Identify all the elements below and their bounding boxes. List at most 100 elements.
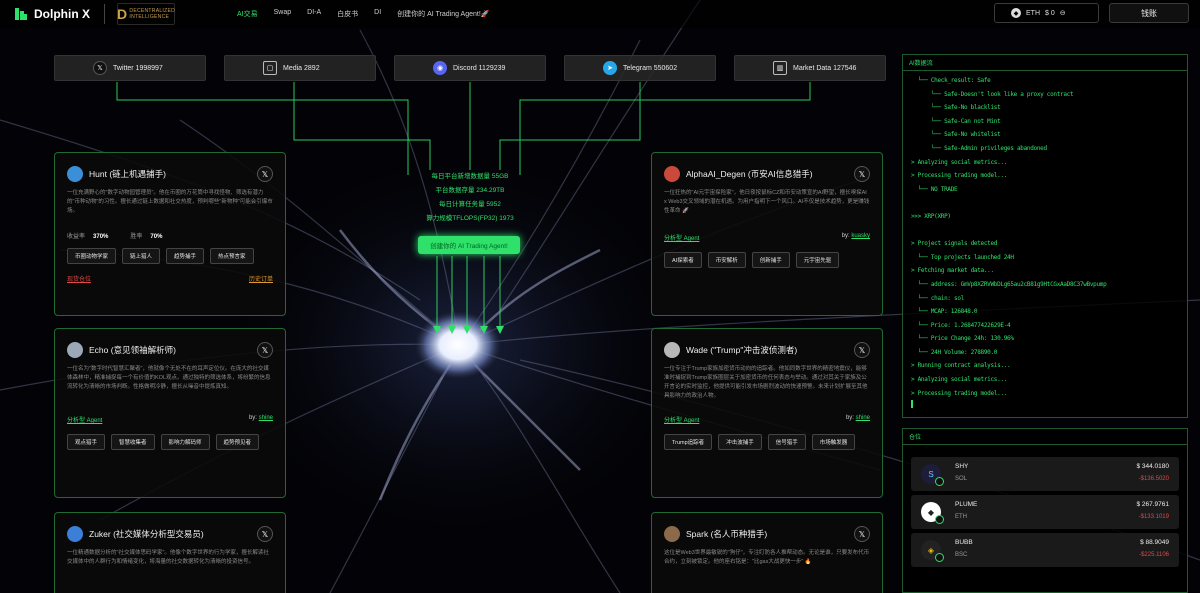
wallet-button[interactable]: 钱账 [1109,3,1189,23]
agent-name: Wade ("Trump"冲击波侦测者) [686,345,798,355]
chain-badge-icon [935,477,944,486]
x-link-icon[interactable]: 𝕏 [854,166,870,182]
agent-tags: Trump追踪者 冲击波捕手 信号猎手 市场触发器 [664,434,870,450]
agent-type-link[interactable]: 分析型 Agent [67,415,102,424]
stat-label: Twitter 1998997 [113,64,163,72]
log-line: > Processing trading model... [911,389,1008,397]
agent-card-hunt[interactable]: Hunt (链上机遇捕手) 𝕏 一位充满野心的"数字动物园管理员"。他在币圈的万… [54,152,286,316]
create-agent-button[interactable]: 创建你的 AI Trading Agent! [418,236,520,254]
log-line: └── Safe-No whitelist [911,131,1001,139]
nav-whitepaper[interactable]: 白皮书 [337,9,358,19]
x-link-icon[interactable]: 𝕏 [257,166,273,182]
coin-symbol: SHY [955,463,969,470]
author-link[interactable]: shine [856,415,870,421]
author-link[interactable]: shine [259,415,273,421]
agent-tag: 元宇宙先驱 [795,252,840,268]
coin-symbol: PLUME [955,501,978,508]
metric-winrate: 胜率 70% [130,234,163,240]
stat-discord[interactable]: ◉ Discord 1129239 [394,55,546,81]
partner-logo-text: DECENTRALIZED INTELLIGENCE [129,8,175,20]
log-line: └── Top projects launched 24H [911,253,1014,261]
log-line: > Analyzing social metrics... [911,158,1008,166]
agent-card-zuker[interactable]: Zuker (社交媒体分析型交易员) 𝕏 一位精通数据分析的"社交媒体思码学家"… [54,512,286,593]
author-link[interactable]: kuasky [851,233,870,239]
agent-tags: 币圈动物学家 链上猎人 趋势捕手 热点预言家 [67,248,273,264]
coin-pnl: -$136.5020 [1138,476,1169,482]
brand-logo[interactable]: Dolphin X [14,7,90,21]
coin-value: $ 88.9049 [1140,539,1169,546]
agent-tag: AI探索者 [664,252,702,268]
stat-label: Discord 1129239 [453,64,506,72]
stat-label: Media 2892 [283,64,320,72]
metric-compute-scale: 算力规模TFLOPS(FP32) 1973 [426,215,514,222]
coin-value: $ 267.9761 [1136,501,1169,508]
agent-tag: 信号猎手 [767,434,806,450]
agent-avatar [67,526,83,542]
nav-create-agent[interactable]: 创建你的 AI Trading Agent!🚀 [397,9,489,19]
metric-data-storage: 平台数据存量 234.29TB [435,187,505,194]
spot-position-link[interactable]: 现货仓位 [67,274,91,283]
log-line: └── Safe-Admin privileges abandoned [911,144,1047,152]
log-line: └── Price Change 24h: 130.96% [911,335,1014,343]
agent-tag: 观点猎手 [67,434,106,450]
log-line: └── chain: sol [911,294,965,302]
stat-telegram[interactable]: ➤ Telegram 550602 [564,55,716,81]
agent-card-alphaai-degen[interactable]: AlphaAI_Degen (币安AI信息猎手) 𝕏 一位狂热的"AI元宇宙探险… [651,152,883,316]
x-link-icon[interactable]: 𝕏 [257,342,273,358]
stat-media[interactable]: ▢ Media 2892 [224,55,376,81]
position-row[interactable]: ◈ BUBB BSC $ 88.9049 -$225.1106 [911,533,1179,567]
agent-card-wade[interactable]: Wade ("Trump"冲击波侦测者) 𝕏 一位专注于Trump家族加密货币动… [651,328,883,498]
stat-twitter[interactable]: 𝕏 Twitter 1998997 [54,55,206,81]
wallet-balance[interactable]: ◆ ETH $ 0 ⊖ [994,3,1099,23]
cursor-caret [911,400,913,409]
agent-tags: 观点猎手 智慧收集者 影响力解码师 趋势预见者 [67,434,273,450]
wallet-settings-icon[interactable]: ⊖ [1060,9,1066,17]
agent-tag: 热点预言家 [210,248,254,264]
order-history-link[interactable]: 历史订单 [249,274,273,283]
coin-chain: BSC [955,552,968,558]
x-link-icon[interactable]: 𝕏 [854,526,870,542]
chart-icon: ▥ [773,61,787,75]
agent-description: 一位名为"数字时代智慧汇聚者"，他就像个无处不在的耳声定位仪。在庞大的社交媒体森… [67,366,271,390]
positions-panel: 仓位 S SHY SOL $ 344.0180 -$136.5020 ◆ PLU… [902,428,1188,593]
log-line: > Project signals detected [911,240,998,248]
nav-ai-trade[interactable]: AI交易 [237,9,258,19]
nav-swap[interactable]: Swap [274,9,292,19]
agent-name: Echo (意见领袖解析师) [89,345,176,355]
agent-card-echo[interactable]: Echo (意见领袖解析师) 𝕏 一位名为"数字时代智慧汇聚者"，他就像个无处不… [54,328,286,498]
ai-data-stream-panel[interactable]: AI数据流 └── Check_result: Safe └── Safe-Do… [902,54,1188,418]
log-line: > Running contract analysis... [911,362,1011,370]
agent-avatar [664,342,680,358]
stat-market-data[interactable]: ▥ Market Data 127546 [734,55,886,81]
coin-chain: SOL [955,476,968,482]
agent-name: AlphaAI_Degen (币安AI信息猎手) [686,169,813,179]
log-line: >>> XRP(XRP) [911,212,951,220]
agent-card-spark[interactable]: Spark (名人币种猎手) 𝕏 这位是Web3世界最敏锐的"狗仔"，专注盯防各… [651,512,883,593]
coin-pnl: -$225.1106 [1139,552,1169,558]
agent-type-link[interactable]: 分析型 Agent [664,415,699,424]
log-line: └── Safe-No blacklist [911,104,1001,112]
nav-di[interactable]: DI [374,9,381,19]
log-lines: └── Check_result: Safe └── Safe-Doesn't … [903,71,1187,417]
x-link-icon[interactable]: 𝕏 [854,342,870,358]
chain-badge-icon [935,515,944,524]
agent-description: 一位充满野心的"数字动物园管理员"。他在币圈的万花筒中寻找怪物、筛选有潜力的"币… [67,190,273,214]
panel-title: AI数据流 [903,55,1187,71]
coin-pnl: -$133.1019 [1138,514,1169,520]
panel-title: 仓位 [903,429,1187,445]
agent-metrics: 收益率 370% 胜率 70% [67,231,273,240]
agent-author: by: shine [845,415,870,421]
social-stats-bar: 𝕏 Twitter 1998997 ▢ Media 2892 ◉ Discord… [54,55,886,81]
position-row[interactable]: ◆ PLUME ETH $ 267.9761 -$133.1019 [911,495,1179,529]
x-link-icon[interactable]: 𝕏 [257,526,273,542]
agent-avatar [67,166,83,182]
dolphin-logo-icon [15,8,27,20]
agent-tag: 币安解析 [707,252,746,268]
log-line: └── NO TRADE [911,185,958,193]
agent-type-link[interactable]: 分析型 Agent [664,233,699,242]
agent-description: 一位精通数据分析的"社交媒体思码学家"。他像个数字世界的行为学家，擅长解读社交媒… [67,550,269,565]
chain-badge-icon [935,553,944,562]
nav-di-a[interactable]: DI-A [307,9,321,19]
position-row[interactable]: S SHY SOL $ 344.0180 -$136.5020 [911,457,1179,491]
